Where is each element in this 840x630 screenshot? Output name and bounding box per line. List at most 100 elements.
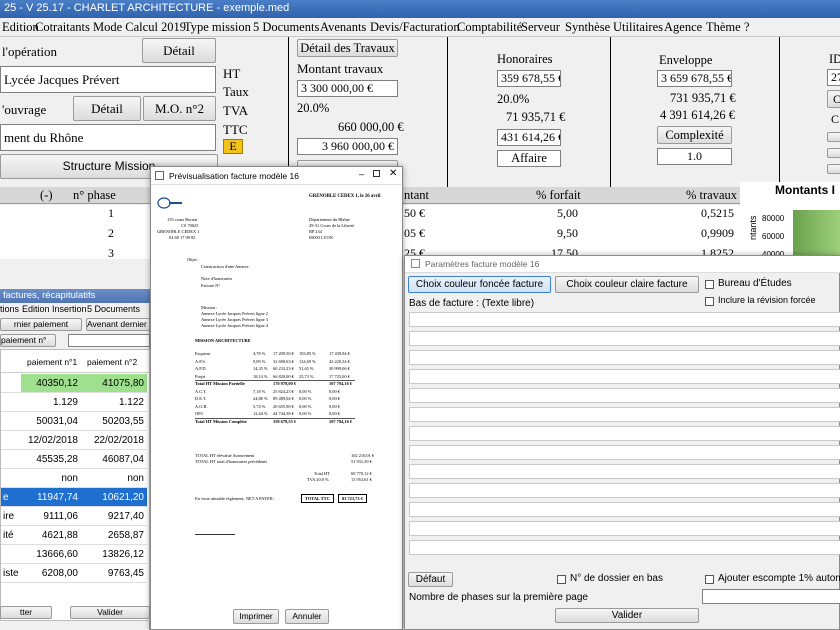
- menu-agence[interactable]: Agence: [664, 20, 702, 35]
- factures-row[interactable]: 12/02/2018 22/02/2018: [1, 431, 151, 450]
- operation-detail-button[interactable]: Détail: [142, 38, 216, 63]
- imprimer-button[interactable]: Imprimer: [233, 609, 279, 624]
- factures-row[interactable]: ire 9111,06 9217,40: [1, 507, 151, 526]
- paiement-n-button[interactable]: paiement n°: [0, 334, 56, 347]
- bas-line-13[interactable]: [409, 540, 840, 555]
- prev-facture: Facture N°: [201, 283, 221, 288]
- menu-synthese[interactable]: Synthèse: [565, 20, 610, 35]
- prev-dest2: 29-31 Cours de la Liberté: [309, 223, 355, 228]
- menu-bar: Edition Cotraitants Mode Calcul 2019 Typ…: [0, 18, 840, 37]
- col-phase: n° phase: [73, 188, 116, 202]
- avenant-dernier-button[interactable]: Avenant dernier pa: [86, 318, 150, 331]
- bureau-etudes-checkbox[interactable]: [705, 280, 714, 289]
- e-button[interactable]: E: [223, 139, 243, 154]
- right-button-4[interactable]: [827, 164, 840, 174]
- defaut-button[interactable]: Défaut: [408, 572, 453, 587]
- menu-cotraitants[interactable]: Cotraitants: [35, 20, 90, 35]
- factures-row[interactable]: 13666,60 13826,12: [1, 545, 151, 564]
- right-c-button-1[interactable]: C: [827, 90, 840, 108]
- bas-line-7[interactable]: [409, 426, 840, 441]
- menu-serveur[interactable]: Serveur: [521, 20, 560, 35]
- factures-window: factures, récapitulatifs tions Edition I…: [0, 289, 151, 630]
- ouvrage-detail-button[interactable]: Détail: [73, 96, 141, 121]
- factures-valider-button[interactable]: Valider: [70, 606, 150, 619]
- bas-line-8[interactable]: [409, 445, 840, 460]
- prev-cell: 7,18 %: [253, 388, 266, 394]
- bas-line-12[interactable]: [409, 521, 840, 536]
- revision-label: Inclure la révision forcée: [718, 295, 816, 305]
- honoraires-tva: 71 935,71 €: [506, 110, 566, 124]
- prev-cell: 12,44 %: [253, 411, 268, 416]
- prev-cell: Total HT Mission Complète: [195, 418, 247, 424]
- chart-title: Montants I: [775, 183, 835, 197]
- factures-menu-insertion[interactable]: Insertion: [52, 304, 87, 314]
- menu-help[interactable]: ?: [744, 20, 750, 35]
- phases-field[interactable]: [702, 589, 840, 604]
- complexite-button[interactable]: Complexité: [657, 126, 732, 144]
- id-label: ID: [829, 52, 840, 66]
- minimize-icon[interactable]: –: [359, 169, 364, 179]
- factures-menu-documents[interactable]: 5 Documents: [87, 304, 140, 314]
- bas-line-9[interactable]: [409, 464, 840, 479]
- forfait-1: 5,00: [557, 206, 578, 220]
- owner-field[interactable]: ment du Rhône: [0, 124, 216, 151]
- prev-cell: 42 220,34 €: [329, 358, 350, 364]
- detail-travaux-button[interactable]: Détail des Travaux: [297, 39, 398, 57]
- montant-1: 50 €: [404, 206, 425, 220]
- right-button-2[interactable]: [827, 132, 840, 142]
- factures-menu-edition[interactable]: Edition: [22, 304, 50, 314]
- bas-line-1[interactable]: [409, 312, 840, 327]
- prev-total-ht: Total HT: [314, 471, 330, 476]
- bas-line-2[interactable]: [409, 331, 840, 346]
- prev-cell: D.E.T.: [195, 396, 207, 401]
- dossier-checkbox[interactable]: [557, 575, 566, 584]
- bas-line-11[interactable]: [409, 502, 840, 517]
- divider: [447, 37, 448, 187]
- quitter-button[interactable]: tter: [0, 606, 52, 619]
- params-valider-button[interactable]: Valider: [555, 608, 699, 623]
- factures-row[interactable]: ité 4621,88 2658,87: [1, 526, 151, 545]
- menu-documents[interactable]: 5 Documents: [253, 20, 319, 35]
- paiement-field[interactable]: [68, 334, 150, 347]
- menu-mode-calcul[interactable]: Mode Calcul 2019: [93, 20, 186, 35]
- revision-checkbox[interactable]: [705, 297, 714, 306]
- montant-travaux-field[interactable]: 3 300 000,00 €: [297, 80, 398, 97]
- factures-row[interactable]: 45535,28 46087,04: [1, 450, 151, 469]
- factures-menu-actions[interactable]: tions: [0, 304, 19, 314]
- menu-avenants[interactable]: Avenants: [320, 20, 366, 35]
- preview-annuler-button[interactable]: Annuler: [285, 609, 329, 624]
- right-button-3[interactable]: [827, 148, 840, 158]
- bas-line-3[interactable]: [409, 350, 840, 365]
- factures-row[interactable]: 50031,04 50203,55: [1, 412, 151, 431]
- factures-row[interactable]: iste 6208,00 9763,45: [1, 564, 151, 583]
- id-field[interactable]: 27: [827, 69, 840, 86]
- menu-type-mission[interactable]: Type mission: [184, 20, 251, 35]
- bas-line-10[interactable]: [409, 483, 840, 498]
- couleur-foncee-button[interactable]: Choix couleur foncée facture: [408, 276, 551, 293]
- prev-tva: TVA 20.0 %: [307, 477, 329, 482]
- dernier-paiement-button[interactable]: rnier paiement: [0, 318, 82, 331]
- menu-theme[interactable]: Thème: [706, 20, 741, 35]
- menu-edition[interactable]: Edition: [2, 20, 39, 35]
- factures-row[interactable]: 1.129 1.122: [1, 393, 151, 412]
- project-name-field[interactable]: Lycée Jacques Prévert: [0, 66, 216, 93]
- bas-line-4[interactable]: [409, 369, 840, 384]
- escompte-checkbox[interactable]: [705, 575, 714, 584]
- factures-row[interactable]: e 11947,74 10621,20: [1, 488, 151, 507]
- close-icon[interactable]: ✕: [389, 168, 397, 179]
- factures-row[interactable]: non non: [1, 469, 151, 488]
- complexite-field[interactable]: 1.0: [657, 148, 732, 165]
- factures-cell-1: 9111,06: [21, 507, 81, 526]
- mo2-button[interactable]: M.O. n°2: [143, 96, 216, 121]
- prev-m3: Annexe Lycée Jacques Prévert ligne 4: [201, 323, 268, 328]
- maximize-icon[interactable]: [373, 170, 380, 177]
- affaire-button[interactable]: Affaire: [497, 150, 561, 167]
- menu-devis-facturation[interactable]: Devis/Facturation: [370, 20, 460, 35]
- factures-row[interactable]: 40350,12 41075,80: [1, 374, 151, 393]
- bas-line-6[interactable]: [409, 407, 840, 422]
- menu-utilitaires[interactable]: Utilitaires: [613, 20, 663, 35]
- couleur-claire-button[interactable]: Choix couleur claire facture: [555, 276, 699, 293]
- factures-row-label: [1, 412, 21, 431]
- bas-line-5[interactable]: [409, 388, 840, 403]
- menu-comptabilite[interactable]: Comptabilité: [457, 20, 522, 35]
